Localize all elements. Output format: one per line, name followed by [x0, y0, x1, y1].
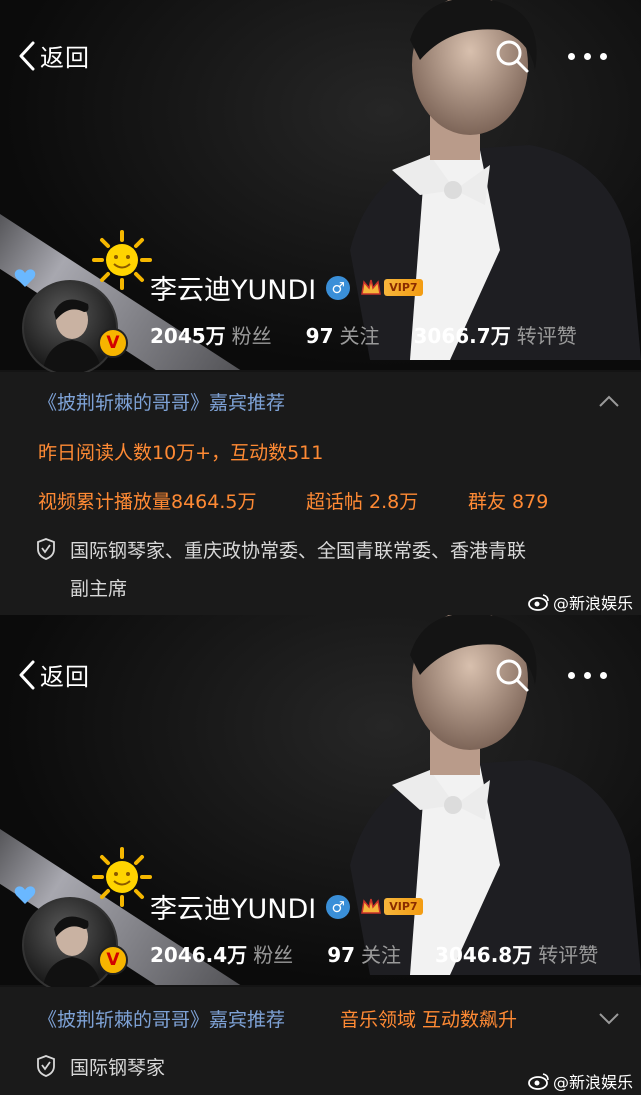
name-row: 李云迪YUNDI ♂ VIP7 — [150, 887, 423, 926]
bio-text-continued: 副主席 — [70, 578, 128, 600]
stat-followers[interactable]: 2045万 粉丝 — [150, 320, 272, 349]
chevron-left-icon — [19, 41, 35, 70]
stat-label: 粉丝 — [231, 324, 272, 348]
source-watermark: @新浪娱乐 — [528, 590, 633, 614]
avatar-group[interactable]: V — [14, 847, 152, 993]
search-icon[interactable] — [494, 38, 530, 74]
chevron-up-icon[interactable] — [598, 394, 620, 408]
stat-interactions[interactable]: 3066.7万 转评赞 — [414, 320, 577, 349]
supertopic-count[interactable]: 超话帖 2.8万 — [306, 487, 418, 514]
chevron-left-icon — [19, 660, 35, 689]
avatar-group[interactable]: V — [14, 230, 152, 376]
avatar-image — [42, 299, 102, 374]
more-icon[interactable] — [568, 48, 618, 64]
heart-icon — [14, 886, 36, 904]
sun-icon — [92, 230, 152, 290]
group-count[interactable]: 群友 879 — [468, 487, 548, 514]
vip-crown-icon — [361, 279, 382, 295]
back-button[interactable]: 返回 — [18, 38, 90, 73]
stat-value: 3046.8万 — [435, 943, 533, 967]
stat-value: 2045万 — [150, 324, 226, 348]
user-name: 李云迪YUNDI — [150, 275, 317, 306]
user-name: 李云迪YUNDI — [150, 894, 317, 925]
profile-info-card: 《披荆斩棘的哥哥》嘉宾推荐 昨日阅读人数10万+，互动数511 视频累计播放量8… — [0, 372, 641, 615]
verified-badge: V — [98, 328, 128, 358]
reads-stat[interactable]: 昨日阅读人数10万+，互动数511 — [38, 438, 323, 465]
vip-badge[interactable]: VIP7 — [360, 278, 423, 298]
vip-badge[interactable]: VIP7 — [360, 897, 423, 917]
more-icon[interactable] — [568, 667, 618, 683]
profile-screenshot-bottom: 返回 V 李云迪YUNDI ♂ VIP7 2046.4万 粉丝 97 关注 30… — [0, 615, 641, 1095]
stat-value: 97 — [305, 324, 334, 348]
vip-level: VIP7 — [384, 898, 423, 915]
weibo-eye-icon — [528, 1073, 549, 1090]
stat-following[interactable]: 97 关注 — [327, 939, 401, 968]
stat-label: 转评赞 — [538, 943, 599, 967]
stat-interactions[interactable]: 3046.8万 转评赞 — [435, 939, 598, 968]
profile-info-card: 《披荆斩棘的哥哥》嘉宾推荐 音乐领域 互动数飙升 国际钢琴家 @新浪娱乐 — [0, 987, 641, 1095]
watermark-text: @新浪娱乐 — [553, 1073, 634, 1092]
heart-icon — [14, 269, 36, 287]
bio-text: 国际钢琴家 — [70, 1057, 166, 1079]
stats-row: 2046.4万 粉丝 97 关注 3046.8万 转评赞 — [150, 939, 598, 968]
vip-level: VIP7 — [384, 279, 423, 296]
gender-male-icon: ♂ — [326, 275, 351, 300]
name-row: 李云迪YUNDI ♂ VIP7 — [150, 268, 423, 307]
recommend-link[interactable]: 《披荆斩棘的哥哥》嘉宾推荐 — [38, 1005, 285, 1032]
avatar-image — [42, 916, 102, 991]
chevron-down-icon[interactable] — [598, 1011, 620, 1025]
domain-tag[interactable]: 音乐领域 互动数飙升 — [340, 1005, 517, 1032]
recommend-link[interactable]: 《披荆斩棘的哥哥》嘉宾推荐 — [38, 388, 285, 415]
stat-value: 3066.7万 — [413, 324, 511, 348]
gender-male-icon: ♂ — [326, 894, 351, 919]
back-label: 返回 — [40, 663, 90, 691]
stat-followers[interactable]: 2046.4万 粉丝 — [150, 939, 293, 968]
stat-label: 关注 — [339, 324, 380, 348]
back-label: 返回 — [40, 44, 90, 72]
stats-row: 2045万 粉丝 97 关注 3066.7万 转评赞 — [150, 320, 577, 349]
avatar[interactable] — [22, 280, 118, 376]
video-views[interactable]: 视频累计播放量8464.5万 — [38, 487, 256, 514]
weibo-eye-icon — [528, 594, 549, 611]
stat-value: 2046.4万 — [150, 943, 248, 967]
search-icon[interactable] — [494, 657, 530, 693]
avatar[interactable] — [22, 897, 118, 993]
stat-value: 97 — [327, 943, 356, 967]
vip-crown-icon — [361, 898, 382, 914]
shield-icon — [37, 1055, 55, 1077]
shield-icon — [37, 538, 55, 560]
watermark-text: @新浪娱乐 — [553, 594, 634, 613]
stat-following[interactable]: 97 关注 — [306, 320, 380, 349]
profile-screenshot-top: 返回 V 李云迪YUNDI ♂ VIP7 2045万 粉丝 97 关注 3066… — [0, 0, 641, 615]
stat-label: 转评赞 — [516, 324, 577, 348]
verified-badge: V — [98, 945, 128, 975]
stat-label: 粉丝 — [253, 943, 294, 967]
back-button[interactable]: 返回 — [18, 657, 90, 692]
source-watermark: @新浪娱乐 — [528, 1069, 633, 1093]
sun-icon — [92, 847, 152, 907]
bio-text: 国际钢琴家、重庆政协常委、全国青联常委、香港青联 — [70, 540, 527, 562]
stat-label: 关注 — [361, 943, 402, 967]
